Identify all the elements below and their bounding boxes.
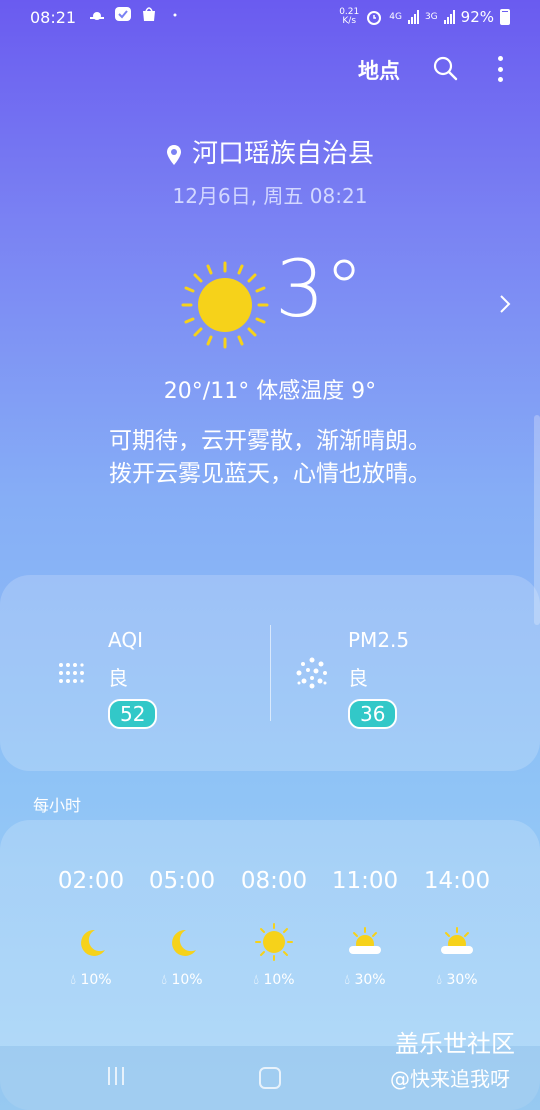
alarm-icon xyxy=(367,11,382,25)
pm25-block: PM2.5 良 36 xyxy=(348,628,409,729)
hour-time: 11:00 xyxy=(331,868,399,894)
watermark-handle: @快来追我呀 xyxy=(390,1067,510,1091)
chevron-right-icon[interactable] xyxy=(498,293,512,315)
pm25-particles-icon xyxy=(296,657,327,689)
net-speed-unit: K/s xyxy=(342,16,357,26)
hourly-item[interactable]: 05:00 💧︎ 10% xyxy=(142,868,222,988)
location-header: 河口瑶族自治县 xyxy=(0,133,540,170)
search-icon[interactable] xyxy=(432,55,458,81)
hour-time: 08:00 xyxy=(240,868,308,894)
network-4g: 4G xyxy=(389,11,402,22)
precip-value: 30% xyxy=(446,972,478,988)
pm25-value-badge: 36 xyxy=(348,699,398,729)
hourly-item[interactable]: 08:00 💧︎ 10% xyxy=(234,868,314,988)
locations-button[interactable]: 地点 xyxy=(358,55,400,85)
precip-value: 30% xyxy=(354,972,386,988)
hour-time: 14:00 xyxy=(423,868,491,894)
check-badge-icon xyxy=(115,7,131,21)
net-speed: 0.21 K/s xyxy=(339,8,359,26)
pm25-label: PM2.5 xyxy=(348,628,410,652)
hourly-section-title: 每小时 xyxy=(33,796,82,815)
city-name: 河口瑶族自治县 xyxy=(191,139,374,169)
droplet-icon: 💧︎ xyxy=(70,972,77,988)
droplet-icon: 💧︎ xyxy=(253,972,260,988)
precip-chance: 💧︎ 30% xyxy=(417,972,497,988)
droplet-icon: 💧︎ xyxy=(344,972,351,988)
precip-chance: 💧︎ 10% xyxy=(142,972,222,988)
home-button[interactable] xyxy=(259,1067,281,1089)
precip-chance: 💧︎ 10% xyxy=(234,972,314,988)
temp-range-feels-like: 20°/11° 体感温度 9° xyxy=(163,379,377,404)
dot-icon xyxy=(173,13,177,17)
current-temperature: 3° xyxy=(275,245,364,335)
precip-value: 10% xyxy=(171,972,203,988)
divider xyxy=(270,625,271,721)
weather-description: 可期待，云开雾散，渐渐晴朗。 拨开云雾见蓝天，心情也放晴。 xyxy=(0,425,540,491)
droplet-icon: 💧︎ xyxy=(161,972,168,988)
aqi-level: 良 xyxy=(108,666,128,690)
partly-cloudy-icon xyxy=(441,927,473,954)
moon-icon xyxy=(81,929,105,956)
status-bar: 08:21 0.21 K/s 4G 3G 92% xyxy=(0,0,540,34)
signal-4g-icon xyxy=(407,10,419,24)
network-3g: 3G xyxy=(424,11,438,22)
sun-icon xyxy=(255,923,293,961)
droplet-icon: 💧︎ xyxy=(436,972,443,988)
precip-value: 10% xyxy=(263,972,295,988)
hourly-item[interactable]: 02:00 💧︎ 10% xyxy=(51,868,131,988)
more-options-icon[interactable] xyxy=(496,56,504,82)
precip-value: 10% xyxy=(80,972,112,988)
description-line-2: 拨开云雾见蓝天，心情也放晴。 xyxy=(109,461,431,487)
notification-icons xyxy=(88,6,184,22)
hour-time: 02:00 xyxy=(57,868,125,894)
partly-cloudy-icon xyxy=(349,927,381,954)
battery-percent: 92% xyxy=(460,8,494,26)
precip-chance: 💧︎ 10% xyxy=(51,972,131,988)
sunny-icon xyxy=(181,261,269,349)
hourly-item[interactable]: 14:00 💧︎ 30% xyxy=(417,868,497,988)
hour-time: 05:00 xyxy=(148,868,216,894)
moon-icon xyxy=(172,929,196,956)
weather-notification-icon xyxy=(90,12,104,20)
watermark-title: 盖乐世社区 xyxy=(395,1030,515,1058)
signal-3g-icon xyxy=(443,10,455,24)
status-time: 08:21 xyxy=(30,8,77,27)
location-pin-icon xyxy=(166,144,181,165)
update-datetime: 12月6日, 周五 08:21 xyxy=(172,184,368,208)
aqi-dots-icon xyxy=(59,663,84,683)
aqi-label: AQI xyxy=(108,628,143,652)
description-line-1: 可期待，云开雾散，渐渐晴朗。 xyxy=(109,428,431,454)
aqi-value-badge: 52 xyxy=(108,699,158,729)
hourly-item[interactable]: 11:00 💧︎ 30% xyxy=(325,868,405,988)
recent-apps-button[interactable] xyxy=(108,1067,124,1085)
battery-icon xyxy=(500,9,510,25)
pm25-level: 良 xyxy=(348,666,368,690)
aqi-block: AQI 良 52 xyxy=(108,628,158,729)
precip-chance: 💧︎ 30% xyxy=(325,972,405,988)
shopping-bag-icon xyxy=(143,7,155,21)
system-icons: 0.21 K/s 4G 3G 92% xyxy=(339,8,510,26)
